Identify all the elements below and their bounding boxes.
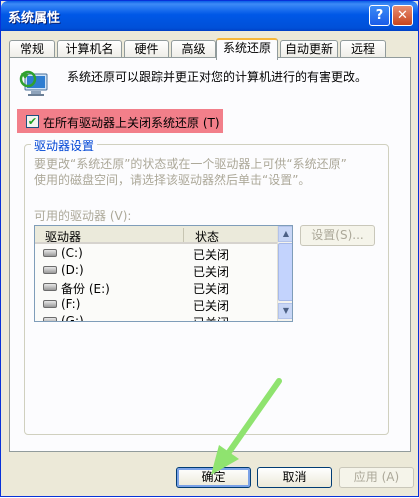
drive-name: 备份 (E:) xyxy=(61,282,110,296)
scroll-down-icon[interactable]: ▼ xyxy=(278,303,292,319)
settings-button[interactable]: 设置(S)... xyxy=(300,225,375,246)
list-item[interactable]: 备份 (E:) 已关闭 xyxy=(35,279,277,296)
drive-icon xyxy=(43,317,57,321)
list-item[interactable]: (C:) 已关闭 xyxy=(35,245,277,262)
ok-button[interactable]: 确定 xyxy=(176,467,251,488)
drive-icon xyxy=(43,249,57,257)
group-description: 要更改“系统还原”的状态或在一个驱动器上可供“系统还原” 使用的磁盘空间，请选择… xyxy=(34,156,374,188)
drive-name: (D:) xyxy=(61,263,84,277)
drive-status: 已关闭 xyxy=(193,282,230,296)
group-title: 驱动器设置 xyxy=(31,137,98,154)
drives-list[interactable]: 驱动器 状态 (C:) 已关闭 (D:) 已关闭 备份 (E:) 已关闭 (F:… xyxy=(34,225,293,322)
vertical-scrollbar[interactable]: ▲ ▼ xyxy=(277,226,292,321)
scroll-up-icon[interactable]: ▲ xyxy=(278,226,292,242)
drive-icon xyxy=(43,266,57,274)
available-drives-label: 可用的驱动器 (V): xyxy=(34,209,132,223)
drive-status: 已关闭 xyxy=(193,299,230,313)
list-item[interactable]: (F:) 已关闭 xyxy=(35,296,277,313)
column-drive[interactable]: 驱动器 xyxy=(45,228,81,245)
turn-off-label[interactable]: 在所有驱动器上关闭系统还原 (T) xyxy=(43,114,220,131)
apply-button[interactable]: 应用 (A) xyxy=(339,467,414,488)
tab-strip: 常规 计算机名 硬件 高级 系统还原 自动更新 远程 xyxy=(9,38,411,60)
title-bar[interactable]: 系统属性 ? ✕ xyxy=(1,1,418,31)
column-separator xyxy=(183,228,184,242)
drive-icon xyxy=(43,283,57,291)
description-line-2: 使用的磁盘空间，请选择该驱动器然后单击“设置”。 xyxy=(34,173,311,187)
drive-name: (G:) xyxy=(61,314,84,322)
drive-status: 已关闭 xyxy=(193,314,229,321)
column-status[interactable]: 状态 xyxy=(195,228,219,245)
system-restore-icon xyxy=(19,70,48,96)
tab-system-restore[interactable]: 系统还原 xyxy=(216,38,278,60)
list-header: 驱动器 状态 xyxy=(35,226,277,244)
list-item[interactable]: (D:) 已关闭 xyxy=(35,262,277,279)
help-button[interactable]: ? xyxy=(369,5,390,26)
scroll-thumb[interactable] xyxy=(278,243,292,301)
drive-name: (C:) xyxy=(61,246,83,260)
list-item[interactable]: (G:) 已关闭 xyxy=(35,313,277,322)
intro-text: 系统还原可以跟踪并更正对您的计算机进行的有害更改。 xyxy=(67,70,368,84)
drive-status: 已关闭 xyxy=(193,248,230,262)
window-title: 系统属性 xyxy=(8,11,61,26)
drive-status: 已关闭 xyxy=(193,265,230,279)
drive-icon xyxy=(43,300,57,308)
close-button[interactable]: ✕ xyxy=(392,5,413,26)
system-properties-window: 系统属性 ? ✕ 常规 计算机名 硬件 高级 系统还原 自动更新 远程 系统还原… xyxy=(0,0,419,497)
cancel-button[interactable]: 取消 xyxy=(257,467,332,488)
drive-name: (F:) xyxy=(61,297,81,311)
description-line-1: 要更改“系统还原”的状态或在一个驱动器上可供“系统还原” xyxy=(34,157,347,171)
turn-off-checkbox[interactable]: ✔ xyxy=(26,115,39,128)
